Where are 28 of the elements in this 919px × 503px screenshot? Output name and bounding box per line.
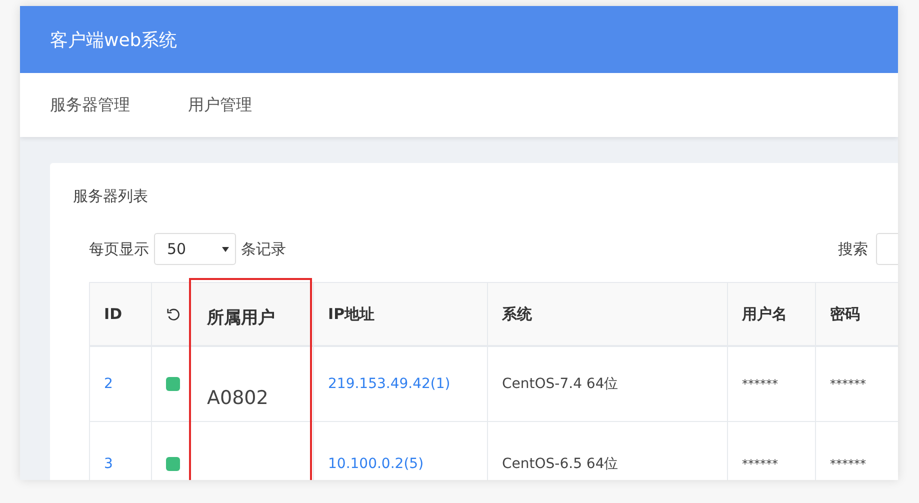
table-cell: CentOS-6.5 64位 [502, 455, 618, 473]
ip-link[interactable]: 219.153.49.42(1) [328, 376, 450, 392]
records-label: 条记录 [241, 240, 286, 258]
refresh-icon[interactable] [166, 306, 181, 322]
table-cell: ****** [742, 377, 778, 391]
table-cell: ****** [830, 377, 866, 391]
id-link[interactable]: 2 [104, 376, 113, 392]
nav-link[interactable]: 服务器管理 [50, 94, 130, 116]
page-size-select[interactable]: 50 [154, 233, 236, 265]
table-cell: A0802 [207, 387, 268, 409]
table-cell: CentOS-7.4 64位 [502, 375, 618, 393]
column-header: ID [90, 283, 152, 347]
column-header: 密码 [816, 283, 898, 347]
table-cell: ****** [742, 457, 778, 471]
column-header: 系统 [488, 283, 728, 347]
nav-link[interactable]: 用户管理 [188, 94, 252, 116]
ip-link[interactable]: 10.100.0.2(5) [328, 456, 424, 472]
column-header: 用户名 [728, 283, 816, 347]
app-title: 客户端web系统 [50, 28, 178, 52]
table-cell: ****** [830, 457, 866, 471]
column-header: IP地址 [314, 283, 488, 347]
id-link[interactable]: 3 [104, 456, 113, 472]
card-title: 服务器列表 [73, 187, 149, 206]
column-header: 所属用户 [191, 283, 314, 347]
search-field[interactable] [876, 233, 898, 265]
search-label: 搜索 [838, 240, 868, 258]
caret-icon [222, 246, 229, 252]
page-size-label: 每页显示 [89, 240, 149, 258]
